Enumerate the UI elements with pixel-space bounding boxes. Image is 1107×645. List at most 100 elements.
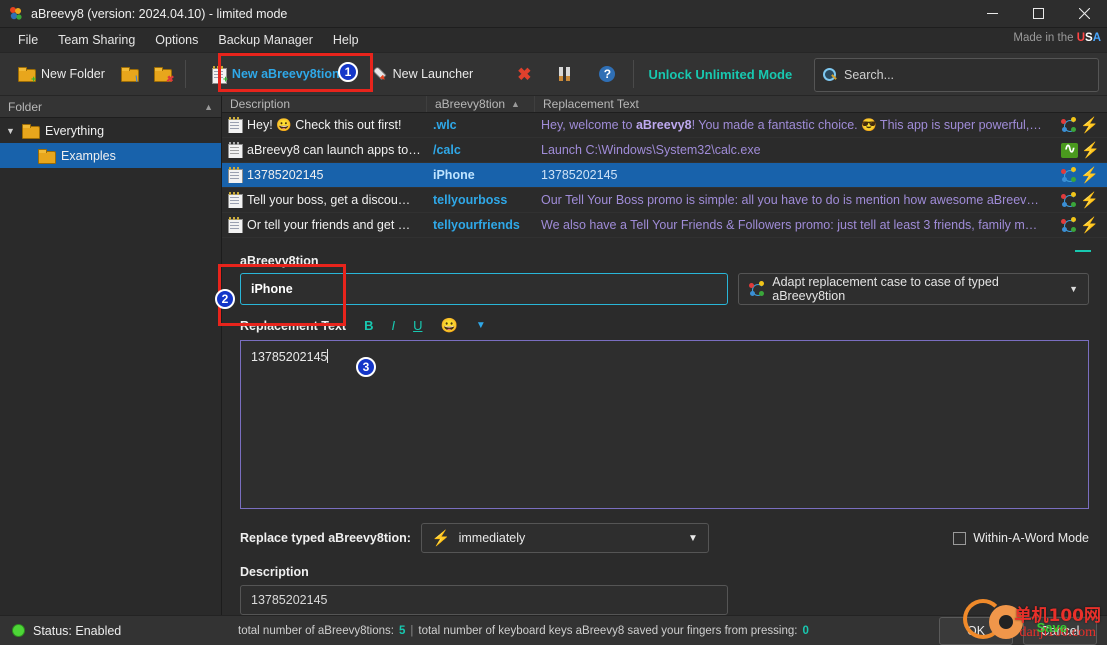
delete-folder-button[interactable]: ✖ — [146, 63, 179, 85]
chevron-down-icon[interactable]: ▼ — [476, 320, 486, 331]
new-folder-label: New Folder — [41, 67, 105, 81]
abbreviation-sort-arrow-icon[interactable]: ▲ — [511, 99, 520, 109]
menu-backup-manager[interactable]: Backup Manager — [208, 30, 323, 50]
new-launcher-button[interactable]: New Launcher — [364, 63, 482, 86]
status-dot-icon — [12, 624, 25, 637]
column-header-abbreviation[interactable]: aBreevy8tion ▲ — [427, 96, 535, 112]
search-icon — [823, 68, 837, 82]
row-description: Hey! 😀 Check this out first! — [222, 117, 427, 133]
row-abbreviation: .wlc — [433, 118, 457, 132]
sidebar-item-label: Everything — [45, 123, 105, 138]
table-row[interactable]: aBreevy8 can launch apps to… /calc Launc… — [222, 138, 1107, 163]
italic-button[interactable]: I — [391, 318, 395, 333]
table-row[interactable]: 13785202145 iPhone 13785202145 ⚡ — [222, 163, 1107, 188]
description-input[interactable]: 13785202145 — [240, 585, 728, 615]
maximize-button[interactable] — [1015, 0, 1061, 28]
bolt-icon: ⚡ — [1080, 216, 1099, 234]
note-icon — [228, 117, 243, 133]
row-description-text: 13785202145 — [247, 168, 324, 182]
row-abbreviation: iPhone — [433, 168, 475, 182]
made-in-s: S — [1085, 32, 1093, 44]
menu-file[interactable]: File — [8, 30, 48, 50]
red-x-icon: ✖ — [517, 64, 532, 84]
case-adapt-icon — [1061, 167, 1077, 183]
emoji-picker-icon[interactable]: 😀 — [440, 317, 457, 334]
row-description: 13785202145 — [222, 167, 427, 183]
toolbar-separator-1 — [184, 60, 186, 88]
sidebar-item-everything[interactable]: ▼ Everything — [0, 118, 221, 143]
help-button[interactable]: ? — [591, 62, 623, 86]
row-replacement-pre: 13785202145 — [541, 168, 618, 182]
folder-sort-arrow-icon[interactable]: ▲ — [204, 102, 213, 112]
sidebar-item-examples[interactable]: Examples — [0, 143, 221, 168]
adapt-case-label: Adapt replacement case to case of typed … — [772, 275, 999, 303]
description-field-label: Description — [240, 565, 309, 579]
column-header-replacement[interactable]: Replacement Text — [535, 96, 1059, 112]
new-folder-button[interactable]: + New Folder — [10, 63, 113, 85]
table-row[interactable]: Or tell your friends and get … tellyourf… — [222, 213, 1107, 238]
total-abbreviations-value: 5 — [398, 624, 406, 637]
new-abbreviation-icon: + — [211, 66, 228, 84]
case-adapt-icon — [749, 281, 765, 297]
abbreviation-input[interactable]: iPhone — [240, 273, 728, 305]
table-row[interactable]: Tell your boss, get a discou… tellyourbo… — [222, 188, 1107, 213]
new-launcher-label: New Launcher — [392, 67, 474, 81]
row-description-text: Tell your boss, get a discou… — [247, 193, 411, 207]
underline-button[interactable]: U — [413, 318, 422, 333]
bolt-icon: ⚡ — [1080, 191, 1099, 209]
folder-icon — [38, 148, 56, 164]
document-icon — [228, 142, 243, 158]
collapse-panel-icon[interactable] — [1075, 250, 1091, 252]
adapt-case-dropdown[interactable]: Adapt replacement case to case of typed … — [738, 273, 1089, 305]
bolt-icon: ⚡ — [1080, 166, 1099, 184]
search-input[interactable]: Search... — [814, 58, 1099, 92]
column-header-description[interactable]: Description — [222, 96, 427, 112]
unlock-unlimited-mode-button[interactable]: Unlock Unlimited Mode — [640, 63, 800, 86]
bold-button[interactable]: B — [364, 318, 373, 333]
folder-column-header[interactable]: Folder ▲ — [0, 96, 221, 118]
replace-when-label: Replace typed aBreevy8tion: — [240, 531, 411, 545]
replacement-text-value: 13785202145 — [251, 350, 328, 364]
made-in-prefix: Made in the — [1013, 32, 1077, 44]
status-indicator: Status: Enabled — [0, 624, 222, 638]
menu-team-sharing[interactable]: Team Sharing — [48, 30, 145, 50]
bolt-icon: ⚡ — [431, 529, 451, 547]
close-button[interactable] — [1061, 0, 1107, 28]
chevron-down-icon[interactable]: ▼ — [688, 533, 698, 544]
bolt-icon: ⚡ — [1080, 116, 1099, 134]
tools-icon — [557, 66, 573, 82]
minimize-button[interactable] — [969, 0, 1015, 28]
replace-when-dropdown[interactable]: ⚡ immediately ▼ — [420, 523, 709, 553]
column-header-icons — [1059, 96, 1107, 112]
column-header-abbreviation-label: aBreevy8tion — [435, 97, 506, 111]
total-abbreviations-label: total number of aBreevy8tions: — [238, 624, 394, 637]
folder-sidebar: Folder ▲ ▼ Everything Examples — [0, 96, 222, 615]
status-counters: total number of aBreevy8tions: 5 | total… — [238, 625, 809, 637]
within-a-word-mode-checkbox[interactable]: Within-A-Word Mode — [953, 531, 1089, 545]
window-title: aBreevy8 (version: 2024.04.10) - limited… — [31, 6, 288, 21]
edit-folder-button[interactable]: \ — [113, 63, 146, 85]
note-icon — [228, 167, 243, 183]
row-replacement: We also have a Tell Your Friends & Follo… — [535, 218, 1059, 232]
menu-help[interactable]: Help — [323, 30, 369, 50]
status-text: Status: Enabled — [33, 623, 122, 638]
row-replacement-pre: Launch C:\Windows\System32\calc.exe — [541, 143, 761, 157]
within-a-word-mode-label: Within-A-Word Mode — [973, 531, 1089, 545]
green-app-icon — [1061, 140, 1078, 158]
chevron-down-icon[interactable]: ▼ — [6, 126, 16, 136]
folder-column-label: Folder — [8, 99, 43, 114]
chevron-down-icon[interactable]: ▼ — [1069, 284, 1078, 294]
step-badge-3: 3 — [356, 357, 376, 377]
case-adapt-icon — [1061, 117, 1077, 133]
new-abbreviation-button[interactable]: + New aBreevy8tion — [204, 62, 348, 86]
replacement-field-label: Replacement Text — [240, 318, 347, 333]
text-cursor — [327, 349, 329, 363]
menu-options[interactable]: Options — [145, 30, 208, 50]
delete-entry-button[interactable]: ✖ — [509, 62, 539, 87]
tools-button[interactable] — [549, 62, 581, 86]
checkbox-box[interactable] — [953, 531, 967, 545]
table-row[interactable]: Hey! 😀 Check this out first! .wlc Hey, w… — [222, 113, 1107, 138]
new-launcher-icon — [369, 63, 390, 84]
row-description-text: Or tell your friends and get … — [247, 218, 411, 232]
row-replacement-pre: Hey, welcome to — [541, 117, 636, 132]
